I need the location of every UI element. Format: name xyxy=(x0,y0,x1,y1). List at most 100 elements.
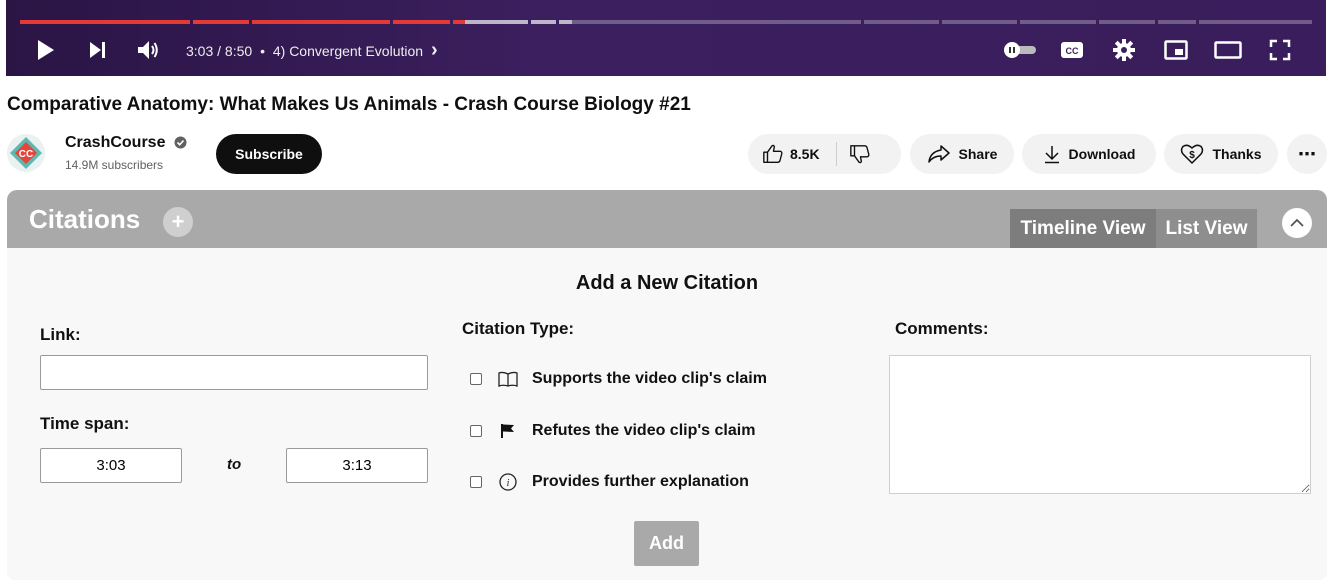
captions-button[interactable]: CC xyxy=(1046,30,1098,70)
link-input[interactable] xyxy=(40,355,428,390)
add-citation-icon[interactable]: + xyxy=(163,207,193,237)
refutes-label: Refutes the video clip's claim xyxy=(532,422,756,439)
more-actions-button[interactable]: ⋯ xyxy=(1287,134,1327,174)
video-title: Comparative Anatomy: What Makes Us Anima… xyxy=(7,94,691,115)
like-dislike-group: 8.5K xyxy=(748,134,901,174)
buffered-fill xyxy=(559,20,572,24)
citation-type-label: Citation Type: xyxy=(462,319,575,338)
supports-label: Supports the video clip's claim xyxy=(532,370,767,387)
comments-textarea[interactable] xyxy=(889,355,1311,494)
chapter-segment[interactable] xyxy=(192,20,250,24)
info-icon: i xyxy=(498,473,518,491)
progress-bar[interactable] xyxy=(20,20,1312,24)
citation-type-explanation[interactable]: i Provides further explanation xyxy=(470,473,749,491)
refutes-checkbox[interactable] xyxy=(470,425,482,437)
settings-button[interactable] xyxy=(1098,30,1150,70)
chapter-segment[interactable] xyxy=(452,20,529,24)
dislike-button[interactable] xyxy=(849,143,871,165)
thanks-heart-icon: $ xyxy=(1181,144,1204,165)
play-button[interactable] xyxy=(20,30,72,70)
tab-list-view[interactable]: List View xyxy=(1156,209,1257,248)
explanation-checkbox[interactable] xyxy=(470,476,482,488)
played-fill xyxy=(252,20,391,24)
miniplayer-icon xyxy=(1164,40,1188,60)
channel-avatar[interactable]: CC xyxy=(7,134,45,172)
more-icon: ⋯ xyxy=(1298,143,1316,164)
svg-text:CC: CC xyxy=(1066,46,1079,56)
comments-label: Comments: xyxy=(895,319,989,338)
autoplay-toggle[interactable] xyxy=(994,30,1046,70)
share-label: Share xyxy=(958,146,998,162)
chapter-segment[interactable] xyxy=(559,20,861,24)
settings-icon xyxy=(1113,39,1135,61)
time-end-input[interactable] xyxy=(286,448,428,483)
chevron-up-icon xyxy=(1290,218,1304,227)
svg-text:i: i xyxy=(507,478,510,489)
volume-button[interactable] xyxy=(124,30,172,70)
player-right-controls: CC xyxy=(994,30,1306,70)
download-label: Download xyxy=(1068,146,1136,162)
next-icon xyxy=(90,42,105,58)
channel-name-text[interactable]: CrashCourse xyxy=(65,134,165,151)
autoplay-toggle-icon xyxy=(1004,42,1036,58)
fullscreen-icon xyxy=(1269,39,1291,61)
chapter-segment[interactable] xyxy=(1158,20,1196,24)
time-separator: / xyxy=(213,42,225,59)
play-icon xyxy=(38,40,54,60)
buffered-fill xyxy=(531,20,557,24)
channel-name[interactable]: CrashCourse xyxy=(65,134,187,152)
time-display: 3:03 / 8:50 • 4) Convergent Evolution › xyxy=(186,39,438,62)
chapter-segment[interactable] xyxy=(531,20,557,24)
svg-text:CC: CC xyxy=(19,149,33,160)
fullscreen-button[interactable] xyxy=(1254,30,1306,70)
video-player-controls: 3:03 / 8:50 • 4) Convergent Evolution › … xyxy=(6,0,1326,76)
current-time: 3:03 xyxy=(186,42,214,59)
volume-icon xyxy=(138,41,158,59)
share-icon xyxy=(927,145,950,163)
flag-icon xyxy=(498,423,518,439)
citation-form: Add a New Citation Link: Time span: to C… xyxy=(7,248,1327,580)
subscriber-count: 14.9M subscribers xyxy=(65,158,164,172)
subscribe-button[interactable]: Subscribe xyxy=(216,134,322,174)
chapter-segment[interactable] xyxy=(942,20,1018,24)
like-button[interactable]: 8.5K xyxy=(748,134,820,174)
next-button[interactable] xyxy=(72,30,124,70)
collapse-button[interactable] xyxy=(1282,208,1312,238)
thanks-label: Thanks xyxy=(1212,146,1262,162)
chapter-segment[interactable] xyxy=(1020,20,1096,24)
chapter-segment[interactable] xyxy=(20,20,190,24)
svg-text:$: $ xyxy=(1190,150,1196,161)
total-time: 8:50 xyxy=(224,42,253,59)
supports-checkbox[interactable] xyxy=(470,373,482,385)
thumbs-up-icon xyxy=(763,144,783,163)
thanks-button[interactable]: $ Thanks xyxy=(1164,134,1278,174)
chapter-title[interactable]: 4) Convergent Evolution xyxy=(273,43,423,59)
timespan-label: Time span: xyxy=(40,414,130,433)
tab-timeline-view[interactable]: Timeline View xyxy=(1010,209,1156,248)
chevron-right-icon[interactable]: › xyxy=(431,39,438,61)
share-button[interactable]: Share xyxy=(910,134,1014,174)
miniplayer-button[interactable] xyxy=(1150,30,1202,70)
add-citation-button[interactable]: Add xyxy=(634,521,699,566)
chapter-segment[interactable] xyxy=(252,20,391,24)
chapter-bullet: • xyxy=(260,42,265,59)
download-button[interactable]: Download xyxy=(1022,134,1156,174)
theater-mode-button[interactable] xyxy=(1202,30,1254,70)
citation-type-refutes[interactable]: Refutes the video clip's claim xyxy=(470,422,755,440)
to-label: to xyxy=(227,456,242,473)
like-count: 8.5K xyxy=(790,146,820,162)
channel-row: CC CrashCourse 14.9M subscribers Subscri… xyxy=(7,132,1327,176)
time-start-input[interactable] xyxy=(40,448,182,483)
explanation-label: Provides further explanation xyxy=(532,473,749,490)
played-fill xyxy=(192,20,250,24)
chapter-segment[interactable] xyxy=(393,20,450,24)
played-fill xyxy=(393,20,450,24)
chapter-segment[interactable] xyxy=(863,20,940,24)
link-label: Link: xyxy=(40,325,81,344)
citation-type-supports[interactable]: Supports the video clip's claim xyxy=(470,370,767,388)
chapter-segment[interactable] xyxy=(1098,20,1156,24)
verified-badge-icon xyxy=(174,136,187,149)
chapter-segment[interactable] xyxy=(1198,20,1312,24)
played-fill xyxy=(452,20,466,24)
download-icon xyxy=(1044,146,1059,164)
